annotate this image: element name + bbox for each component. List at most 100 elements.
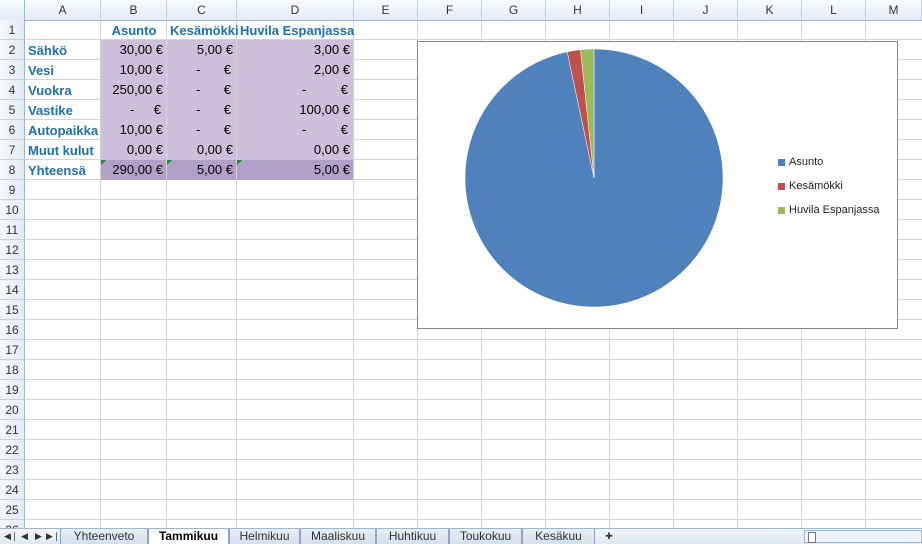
row-label[interactable]: Vuokra bbox=[25, 81, 101, 100]
insert-sheet-icon[interactable]: ✚ bbox=[600, 530, 618, 543]
value-cell-b[interactable]: 250,00 € bbox=[101, 80, 166, 100]
value-cell-d[interactable]: 100,00 € bbox=[237, 100, 353, 120]
column-header-d[interactable]: D bbox=[237, 0, 354, 20]
value-cell-c[interactable]: 0,00 € bbox=[167, 140, 236, 160]
row-header-21[interactable]: 21 bbox=[0, 420, 25, 440]
header-kesamokki[interactable]: Kesämökki bbox=[167, 21, 239, 40]
column-header-i[interactable]: I bbox=[610, 0, 674, 20]
row-header-19[interactable]: 19 bbox=[0, 380, 25, 400]
column-header-a[interactable]: A bbox=[25, 0, 101, 20]
last-sheet-icon[interactable]: ▶❘ bbox=[46, 530, 60, 543]
column-header-h[interactable]: H bbox=[546, 0, 610, 20]
row-header-15[interactable]: 15 bbox=[0, 300, 25, 320]
header-huvila[interactable]: Huvila Espanjassa bbox=[237, 21, 354, 40]
currency-symbol: € bbox=[223, 122, 231, 137]
value-cell-d[interactable]: 5,00 € bbox=[237, 160, 353, 180]
sheet-tab-5[interactable]: Toukokuu bbox=[449, 529, 522, 544]
row-header-11[interactable]: 11 bbox=[0, 220, 25, 240]
legend-item[interactable]: Kesämökki bbox=[778, 179, 843, 193]
row-header-13[interactable]: 13 bbox=[0, 260, 25, 280]
row-header-26[interactable]: 26 bbox=[0, 520, 25, 528]
row-header-24[interactable]: 24 bbox=[0, 480, 25, 500]
value-cell-d[interactable]: 3,00 € bbox=[237, 40, 353, 60]
value-cell-b[interactable]: 30,00 € bbox=[101, 40, 166, 60]
row-header-9[interactable]: 9 bbox=[0, 180, 25, 200]
column-header-g[interactable]: G bbox=[482, 0, 546, 20]
currency-symbol: € bbox=[340, 122, 348, 137]
value-cell-d[interactable]: - € bbox=[237, 80, 353, 100]
legend-item[interactable]: Huvila Espanjassa bbox=[778, 203, 880, 217]
row-label[interactable]: Vesi bbox=[25, 61, 101, 80]
sheet-tab-0[interactable]: Yhteenveto bbox=[60, 529, 148, 544]
value-cell-b[interactable]: 10,00 € bbox=[101, 60, 166, 80]
gridline-row bbox=[25, 339, 922, 340]
currency-symbol: € bbox=[153, 102, 161, 117]
next-sheet-icon[interactable]: ▶ bbox=[32, 530, 45, 543]
legend-item[interactable]: Asunto bbox=[778, 155, 823, 169]
value-cell-b[interactable]: 290,00 € bbox=[101, 160, 166, 180]
column-header-m[interactable]: M bbox=[866, 0, 922, 20]
row-header-10[interactable]: 10 bbox=[0, 200, 25, 220]
header-asunto[interactable]: Asunto bbox=[101, 21, 167, 40]
row-header-7[interactable]: 7 bbox=[0, 140, 25, 160]
sheet-tab-4[interactable]: Huhtikuu bbox=[376, 529, 449, 544]
prev-sheet-icon[interactable]: ◀ bbox=[18, 530, 31, 543]
currency-symbol: € bbox=[340, 82, 348, 97]
row-header-2[interactable]: 2 bbox=[0, 40, 25, 60]
value-cell-c[interactable]: - € bbox=[167, 60, 236, 80]
column-header-j[interactable]: J bbox=[674, 0, 738, 20]
row-header-20[interactable]: 20 bbox=[0, 400, 25, 420]
row-header-4[interactable]: 4 bbox=[0, 80, 25, 100]
row-header-25[interactable]: 25 bbox=[0, 500, 25, 520]
row-label[interactable]: Vastike bbox=[25, 101, 101, 120]
sheet-tab-2[interactable]: Helmikuu bbox=[229, 529, 300, 544]
first-sheet-icon[interactable]: ◀❘ bbox=[4, 530, 18, 543]
row-label[interactable]: Muut kulut bbox=[25, 141, 101, 160]
row-label[interactable]: Sähkö bbox=[25, 41, 101, 60]
row-header-22[interactable]: 22 bbox=[0, 440, 25, 460]
row-header-5[interactable]: 5 bbox=[0, 100, 25, 120]
value-cell-c[interactable]: - € bbox=[167, 120, 236, 140]
sheet-tab-1[interactable]: Tammikuu bbox=[148, 529, 229, 544]
row-header-14[interactable]: 14 bbox=[0, 280, 25, 300]
value-cell-d[interactable]: - € bbox=[237, 120, 353, 140]
row-header-3[interactable]: 3 bbox=[0, 60, 25, 80]
pie-chart[interactable]: Asunto Kesämökki Huvila Espanjassa bbox=[417, 41, 898, 329]
row-header-23[interactable]: 23 bbox=[0, 460, 25, 480]
value-cell-b[interactable]: 10,00 € bbox=[101, 120, 166, 140]
sheet-tab-6[interactable]: Kesäkuu bbox=[522, 529, 595, 544]
value-cell-d[interactable]: 0,00 € bbox=[237, 140, 353, 160]
row-header-6[interactable]: 6 bbox=[0, 120, 25, 140]
row-header-17[interactable]: 17 bbox=[0, 340, 25, 360]
value-cell-d[interactable]: 2,00 € bbox=[237, 60, 353, 80]
column-header-e[interactable]: E bbox=[354, 0, 418, 20]
gridline-col bbox=[353, 20, 354, 528]
column-header-c[interactable]: C bbox=[167, 0, 237, 20]
column-header-f[interactable]: F bbox=[418, 0, 482, 20]
value-cell-c[interactable]: - € bbox=[167, 100, 236, 120]
column-header-k[interactable]: K bbox=[738, 0, 802, 20]
row-header-18[interactable]: 18 bbox=[0, 360, 25, 380]
horizontal-scrollbar[interactable] bbox=[804, 530, 922, 543]
row-header-16[interactable]: 16 bbox=[0, 320, 25, 340]
value-cell-c[interactable]: 5,00 € bbox=[167, 40, 236, 60]
value-cell-c[interactable]: 5,00 € bbox=[167, 160, 236, 180]
column-header-l[interactable]: L bbox=[802, 0, 866, 20]
error-indicator bbox=[101, 160, 106, 165]
select-all-corner[interactable] bbox=[0, 0, 25, 20]
sheet-tab-3[interactable]: Maaliskuu bbox=[300, 529, 376, 544]
row-header-1[interactable]: 1 bbox=[0, 20, 25, 40]
value-cell-b[interactable]: 0,00 € bbox=[101, 140, 166, 160]
row-header-8[interactable]: 8 bbox=[0, 160, 25, 180]
scroll-thumb[interactable] bbox=[808, 532, 816, 543]
spreadsheet-grid[interactable]: ABCDEFGHIJKLM 1 2 3 4 5 6 7 8 9 10 11 12 13 14 15 16 17 1… bbox=[0, 0, 922, 528]
row-header-12[interactable]: 12 bbox=[0, 240, 25, 260]
value-cell-c[interactable]: - € bbox=[167, 80, 236, 100]
row-label[interactable]: Autopaikka bbox=[25, 121, 101, 140]
column-header-b[interactable]: B bbox=[101, 0, 167, 20]
row-label[interactable]: Yhteensä bbox=[25, 161, 101, 180]
value-cell-b[interactable]: - € bbox=[101, 100, 166, 120]
cell-value: - bbox=[196, 62, 201, 77]
gridline-row bbox=[25, 479, 922, 480]
cell-value: 0,00 € bbox=[196, 142, 233, 157]
